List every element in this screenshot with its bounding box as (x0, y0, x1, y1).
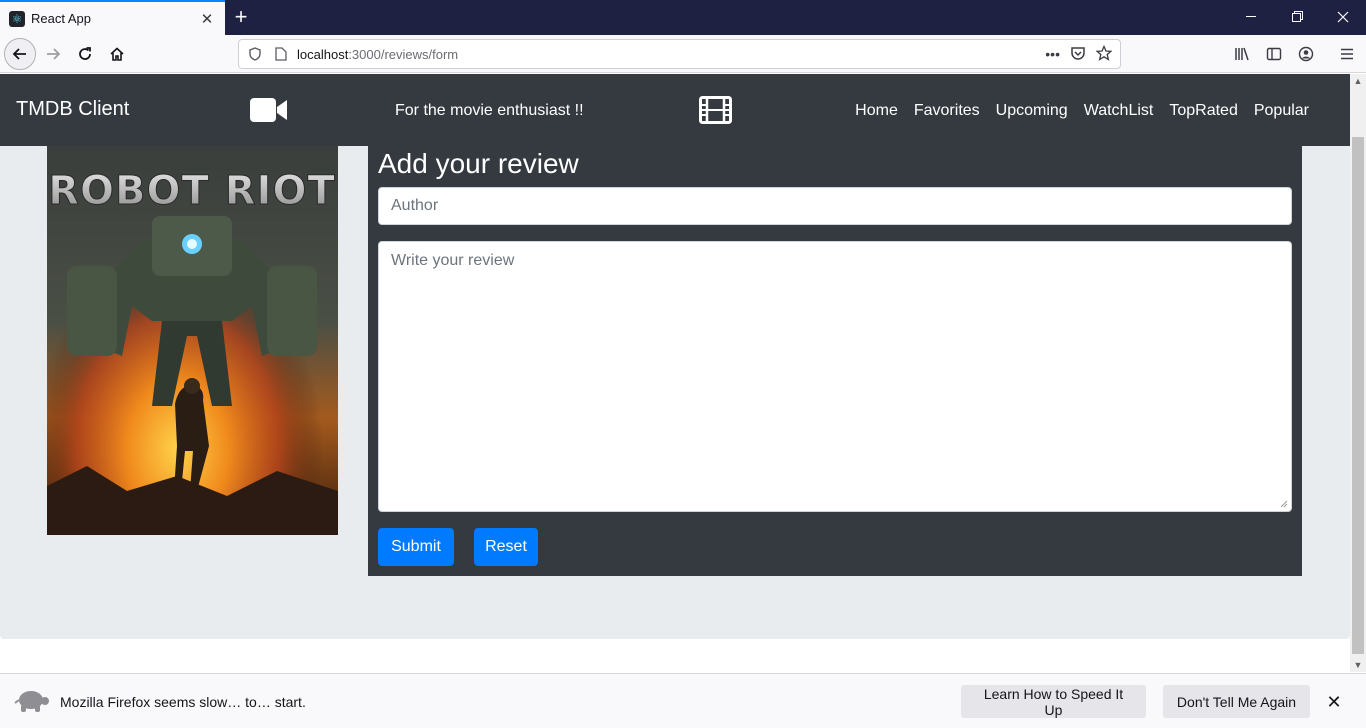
resize-grip-icon[interactable] (1278, 498, 1288, 508)
minimize-window-button[interactable] (1228, 0, 1274, 33)
brand-title[interactable]: TMDB Client (16, 98, 129, 121)
shield-icon[interactable] (247, 46, 263, 62)
page-content: TMDB Client For the movie enthusiast !! … (0, 74, 1350, 672)
browser-toolbar: localhost:3000/reviews/form ••• (0, 35, 1366, 73)
app-nav-links: Home Favorites Upcoming WatchList TopRat… (855, 102, 1309, 120)
close-icon[interactable]: ✕ (1324, 692, 1344, 712)
library-icon[interactable] (1226, 38, 1258, 70)
tab-title: React App (31, 11, 91, 26)
hamburger-menu-icon[interactable] (1331, 38, 1363, 70)
scroll-up-icon[interactable]: ▲ (1350, 74, 1366, 88)
home-icon[interactable] (101, 38, 133, 70)
scroll-thumb[interactable] (1352, 137, 1364, 654)
pocket-icon[interactable] (1070, 45, 1086, 64)
reload-icon[interactable] (69, 38, 101, 70)
turtle-icon (14, 691, 49, 712)
nav-link-upcoming[interactable]: Upcoming (996, 102, 1068, 120)
notification-bar: Mozilla Firefox seems slow… to… start. L… (0, 673, 1366, 728)
page-scrollbar[interactable]: ▲ ▼ (1350, 74, 1366, 672)
sidebar-icon[interactable] (1258, 38, 1290, 70)
page-icon[interactable] (273, 46, 289, 62)
arrow-right-icon[interactable] (37, 38, 69, 70)
nav-link-popular[interactable]: Popular (1254, 102, 1309, 120)
author-input[interactable] (378, 187, 1292, 225)
ellipsis-icon[interactable]: ••• (1045, 46, 1060, 62)
poster-title: ROBOT RIOT (48, 168, 335, 214)
new-tab-button[interactable]: + (229, 4, 253, 29)
form-title: Add your review (378, 148, 579, 179)
scroll-down-icon[interactable]: ▼ (1350, 658, 1366, 672)
url-text[interactable]: localhost:3000/reviews/form (297, 47, 1045, 62)
app-tagline: For the movie enthusiast !! (395, 102, 584, 119)
star-icon[interactable] (1095, 44, 1113, 64)
nav-link-home[interactable]: Home (855, 102, 898, 120)
close-window-button[interactable] (1320, 0, 1366, 33)
movie-poster: ROBOT RIOT (47, 146, 338, 535)
video-camera-icon (250, 98, 287, 122)
browser-tab[interactable]: ⚛ React App ✕ (0, 0, 225, 35)
nav-link-toprated[interactable]: TopRated (1169, 102, 1238, 120)
arrow-left-icon[interactable] (4, 38, 36, 70)
browser-tab-bar: ⚛ React App ✕ + (0, 0, 1366, 35)
notification-message: Mozilla Firefox seems slow… to… start. (60, 694, 306, 710)
react-logo-icon: ⚛ (9, 10, 25, 27)
nav-link-watchlist[interactable]: WatchList (1084, 102, 1154, 120)
review-form: Add your review Submit Reset (368, 146, 1302, 576)
app-navbar: TMDB Client For the movie enthusiast !! … (0, 74, 1350, 146)
dont-tell-again-button[interactable]: Don't Tell Me Again (1163, 685, 1310, 718)
close-icon[interactable]: ✕ (197, 9, 217, 29)
account-icon[interactable] (1290, 38, 1322, 70)
film-icon (699, 96, 732, 124)
url-bar[interactable]: localhost:3000/reviews/form ••• (238, 39, 1121, 69)
nav-link-favorites[interactable]: Favorites (914, 102, 980, 120)
reset-button[interactable]: Reset (474, 528, 538, 566)
restore-window-button[interactable] (1274, 0, 1320, 33)
review-textarea[interactable] (378, 241, 1292, 512)
url-host: localhost (297, 46, 349, 62)
url-path: :3000/reviews/form (348, 46, 459, 62)
learn-speed-up-button[interactable]: Learn How to Speed It Up (961, 685, 1146, 718)
submit-button[interactable]: Submit (378, 528, 454, 566)
